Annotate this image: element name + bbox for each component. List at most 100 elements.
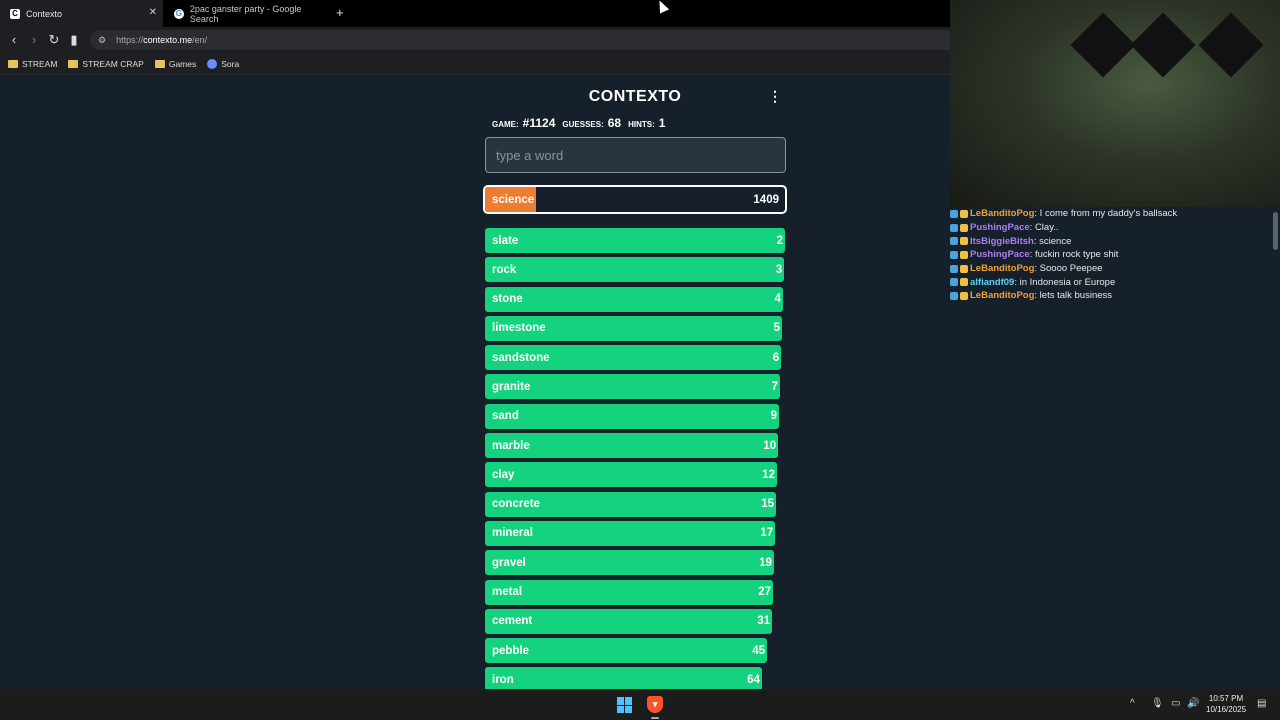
chat-message: LeBanditoPog: lets talk business (950, 289, 1271, 303)
guess-word: granite (492, 380, 531, 393)
chat-badge-icon (950, 250, 958, 259)
chat-badge-icon (960, 278, 968, 287)
guess-rank: 4 (774, 293, 781, 306)
guess-word: clay (492, 468, 515, 481)
bookmark-icon[interactable]: ▮ (67, 32, 81, 48)
back-arrow-icon[interactable]: ‹ (7, 32, 21, 47)
tab-google-search[interactable]: G 2pac ganster party - Google Search (170, 0, 330, 27)
chat-username[interactable]: LeBanditoPog (970, 208, 1034, 219)
bookmark-stream[interactable]: STREAM (8, 59, 57, 69)
address-bar-row: ‹ › ↻ ▮ ⚙ https://contexto.me/en/ (0, 27, 950, 53)
guess-row: iron 64 (485, 667, 785, 689)
volume-icon[interactable]: 🔊 (1187, 698, 1199, 709)
chat-message: alfiandf09: in Indonesia or Europe (950, 275, 1271, 289)
bookmark-label: STREAM (22, 58, 58, 69)
chat-username[interactable]: LeBanditoPog (970, 263, 1034, 274)
microphone-icon[interactable]: 🎙 (1151, 698, 1164, 709)
show-hidden-icons-icon[interactable]: ^ (1130, 698, 1135, 709)
bookmark-games[interactable]: Games (154, 58, 197, 69)
url-field[interactable]: ⚙ https://contexto.me/en/ (90, 30, 950, 50)
guess-word: pebble (492, 644, 530, 657)
word-input[interactable] (485, 137, 786, 173)
guess-row: sandstone 6 (485, 345, 785, 371)
brave-browser-icon[interactable]: ▾ (647, 696, 663, 713)
network-icon[interactable]: ▭ (1171, 698, 1180, 709)
guess-row: stone 4 (485, 286, 785, 312)
tab-contexto[interactable]: C Contexto ✕ (0, 0, 163, 27)
guess-word: stone (492, 293, 523, 306)
chat-username[interactable]: ItsBiggieBitsh (970, 236, 1034, 247)
notifications-icon[interactable]: ▤ (1257, 698, 1266, 709)
guesses-label: GUESSES: (562, 120, 604, 129)
guess-word: limestone (492, 322, 546, 335)
bookmark-label: Games (168, 58, 197, 69)
chat-username[interactable]: PushingPace (970, 222, 1030, 233)
guess-word: slate (492, 234, 519, 247)
close-tab-icon[interactable]: ✕ (149, 7, 157, 18)
site-settings-icon[interactable]: ⚙ (98, 35, 106, 46)
guesses-count: 68 (607, 116, 622, 130)
guess-row: rock 3 (485, 257, 785, 283)
similarity-bar (485, 462, 777, 488)
chat-text: : Clay.. (1029, 222, 1059, 234)
folder-icon (8, 59, 18, 68)
sora-icon (207, 58, 218, 69)
guess-rank: 3 (775, 263, 783, 276)
chat-scrollbar[interactable] (1271, 207, 1280, 689)
bookmark-sora[interactable]: Sora (207, 58, 240, 69)
chat-text: : science (1033, 235, 1072, 247)
guess-rank: 9 (770, 410, 777, 423)
guess-row: gravel 19 (485, 550, 785, 576)
guess-row: granite 7 (485, 374, 785, 400)
guess-word: sandstone (492, 351, 550, 364)
hints-label: HINTS: (628, 120, 655, 129)
chat-badge-icon (960, 250, 968, 259)
chat-text: : Soooo Peepee (1034, 263, 1103, 275)
guess-word: cement (492, 615, 533, 628)
bookmarks-bar: STREAM STREAM CRAP Games Sora (0, 53, 950, 75)
guess-rank: 64 (747, 673, 760, 686)
page-title: CONTEXTO (588, 88, 682, 105)
url-host: contexto.me (143, 35, 193, 45)
forward-arrow-icon[interactable]: › (27, 32, 41, 47)
chat-message: ItsBiggieBitsh: science (950, 234, 1271, 248)
similarity-bar (485, 228, 785, 253)
current-guess-word: science (492, 193, 535, 206)
more-options-icon[interactable]: ⋮ (768, 88, 782, 105)
chat-badge-icon (950, 209, 958, 218)
chat-badge-icon (960, 237, 968, 246)
new-tab-icon[interactable]: + (336, 5, 344, 20)
bookmark-label: STREAM CRAP (82, 58, 144, 69)
scrollbar-thumb[interactable] (1273, 212, 1278, 250)
guess-word: iron (492, 673, 514, 686)
taskbar: ▾ ^ 🎙 ▭ 🔊 10:57 PM 10/16/2025 ▤ (0, 689, 1280, 720)
contexto-page: CONTEXTO ⋮ GAME: #1124 GUESSES: 68 HINTS… (0, 76, 950, 689)
guess-rank: 7 (771, 380, 778, 393)
chat-message: PushingPace: fuckin rock type shit (950, 248, 1271, 262)
chat-username[interactable]: PushingPace (970, 249, 1030, 260)
guess-rank: 15 (761, 498, 774, 511)
guess-rank: 19 (759, 556, 772, 569)
guess-rank: 10 (763, 439, 777, 452)
chat-badge-icon (950, 278, 958, 287)
guess-rank: 27 (758, 586, 771, 599)
url-prefix: https:// (116, 35, 144, 45)
bookmark-stream-crap[interactable]: STREAM CRAP (68, 58, 144, 69)
guess-list: slate 2 rock 3 stone 4 limestone 5 sandstone 6 gra… (485, 228, 785, 689)
chat-username[interactable]: LeBanditoPog (970, 290, 1034, 301)
chat-message: LeBanditoPog: Soooo Peepee (950, 262, 1271, 276)
guess-row: marble 10 (485, 433, 785, 459)
windows-start-icon[interactable] (617, 697, 633, 713)
reload-icon[interactable]: ↻ (47, 32, 61, 48)
guess-row: sand 9 (485, 403, 785, 429)
bookmark-label: Sora (221, 58, 240, 69)
current-guess-row: science 1409 (483, 185, 787, 214)
guess-word: rock (492, 263, 517, 276)
system-clock[interactable]: 10:57 PM 10/16/2025 (1206, 693, 1246, 715)
similarity-bar (485, 257, 785, 283)
guess-row: limestone 5 (485, 315, 785, 341)
chat-username[interactable]: alfiandf09 (970, 277, 1014, 288)
guess-row: clay 12 (485, 462, 785, 488)
chat-badge-icon (960, 291, 968, 300)
similarity-bar (485, 403, 779, 429)
